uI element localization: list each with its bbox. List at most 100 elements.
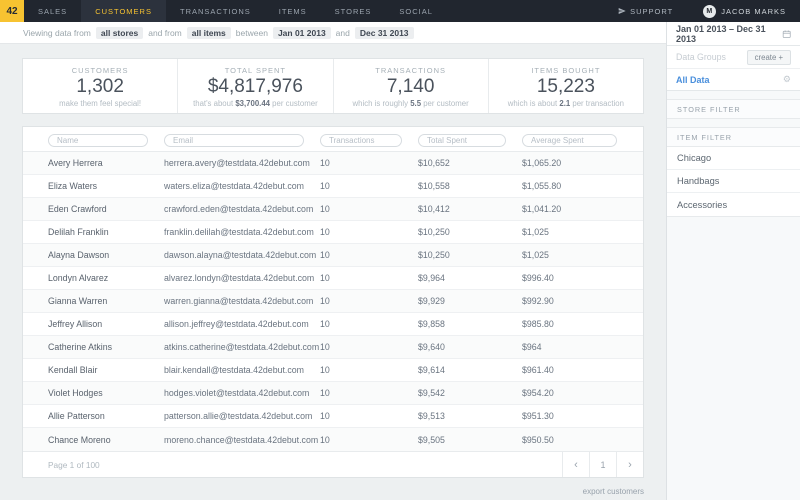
user-name: JACOB MARKS	[721, 6, 786, 16]
nav-tab-label: SOCIAL	[399, 6, 433, 16]
cell-total-spent: $9,858	[418, 319, 445, 329]
column-filter	[522, 130, 633, 148]
cell-total-spent: $9,640	[418, 342, 445, 352]
nav-tab[interactable]: SALES	[24, 0, 81, 22]
nav-tab-label: TRANSACTIONS	[179, 6, 251, 16]
viewing-filter-bar: Viewing data from all stores and from al…	[0, 22, 666, 44]
cell-transactions: 10	[320, 227, 330, 237]
table-row[interactable]: Allie Patterson patterson.allie@testdata…	[23, 405, 643, 428]
column-filter-input[interactable]	[164, 134, 304, 147]
column-filter	[418, 130, 522, 148]
nav-tab[interactable]: TRANSACTIONS	[166, 0, 265, 22]
cell-average-spent: $1,041.20	[522, 204, 562, 214]
filter-item[interactable]: Chicago	[667, 147, 800, 170]
prev-page-button[interactable]: ‹	[562, 452, 589, 477]
table-row[interactable]: Delilah Franklin franklin.delilah@testda…	[23, 221, 643, 244]
cell-transactions: 10	[320, 250, 330, 260]
support-label: SUPPORT	[630, 6, 674, 16]
calendar-icon	[782, 29, 791, 38]
next-page-button[interactable]: ›	[616, 452, 643, 477]
data-groups-header: Data Groups create +	[667, 46, 800, 69]
sidebar-divider	[667, 119, 800, 127]
nav-right: SUPPORT M JACOB MARKS	[602, 0, 800, 22]
stat-card: CUSTOMERS 1,302 make them feel special!	[23, 59, 177, 113]
cell-average-spent: $1,065.20	[522, 158, 562, 168]
data-group-item[interactable]: All Data ⚙	[667, 69, 800, 91]
stat-label: TOTAL SPENT	[224, 66, 287, 75]
cell-transactions: 10	[320, 181, 330, 191]
column-filter	[164, 130, 320, 148]
end-date-chip[interactable]: Dec 31 2013	[354, 26, 414, 39]
table-filter-row	[23, 127, 643, 152]
cell-transactions: 10	[320, 365, 330, 375]
start-date-chip[interactable]: Jan 01 2013	[272, 26, 331, 39]
cell-transactions: 10	[320, 388, 330, 398]
item-filter-section[interactable]: ITEM FILTER	[667, 127, 800, 147]
stat-note-text: per transaction	[570, 99, 624, 108]
pagination: ‹ ›	[562, 452, 643, 477]
cell-total-spent: $10,412	[418, 204, 450, 214]
filter-item[interactable]: Accessories	[667, 193, 800, 216]
stat-value: $4,817,976	[207, 76, 303, 97]
nav-tab-label: SALES	[38, 6, 68, 16]
nav-tab-label: CUSTOMERS	[95, 6, 152, 16]
cell-average-spent: $964	[522, 342, 542, 352]
nav-tab[interactable]: ITEMS	[265, 0, 321, 22]
table-row[interactable]: Alayna Dawson dawson.alayna@testdata.42d…	[23, 244, 643, 267]
column-filter-input[interactable]	[320, 134, 402, 147]
table-row[interactable]: Londyn Alvarez alvarez.londyn@testdata.4…	[23, 267, 643, 290]
gear-icon[interactable]: ⚙	[783, 75, 791, 84]
cell-name: Kendall Blair	[48, 365, 98, 375]
table-row[interactable]: Kendall Blair blair.kendall@testdata.42d…	[23, 359, 643, 382]
filter-item[interactable]: Handbags	[667, 170, 800, 193]
cell-total-spent: $9,964	[418, 273, 445, 283]
table-row[interactable]: Catherine Atkins atkins.catherine@testda…	[23, 336, 643, 359]
cell-total-spent: $9,505	[418, 434, 445, 445]
cell-email: hodges.violet@testdata.42debut.com	[164, 388, 310, 398]
column-filter-input[interactable]	[522, 134, 617, 147]
cell-name: Londyn Alvarez	[48, 273, 109, 283]
nav-tab[interactable]: CUSTOMERS	[81, 0, 166, 22]
table-row[interactable]: Violet Hodges hodges.violet@testdata.42d…	[23, 382, 643, 405]
cell-average-spent: $951.30	[522, 411, 554, 421]
table-row[interactable]: Chance Moreno moreno.chance@testdata.42d…	[23, 428, 643, 451]
stat-card: TOTAL SPENT $4,817,976 that's about $3,7…	[177, 59, 332, 113]
store-filter-section[interactable]: STORE FILTER	[667, 99, 800, 119]
nav-tab[interactable]: STORES	[321, 0, 386, 22]
stat-label: TRANSACTIONS	[375, 66, 446, 75]
filter-text: Viewing data from	[23, 27, 91, 38]
stat-note-text: that's about	[193, 99, 236, 108]
table-row[interactable]: Eden Crawford crawford.eden@testdata.42d…	[23, 198, 643, 221]
brand-logo[interactable]: 42	[0, 0, 24, 22]
cell-email: alvarez.londyn@testdata.42debut.com	[164, 273, 315, 283]
stat-value: 15,223	[536, 76, 595, 97]
stores-filter-chip[interactable]: all stores	[95, 26, 144, 39]
column-filter-input[interactable]	[418, 134, 506, 147]
create-group-button[interactable]: create +	[746, 49, 791, 65]
customers-table: Avery Herrera herrera.avery@testdata.42d…	[22, 126, 644, 478]
date-range-picker[interactable]: Jan 01 2013 – Dec 31 2013	[667, 22, 800, 46]
table-row[interactable]: Jeffrey Allison allison.jeffrey@testdata…	[23, 313, 643, 336]
table-row[interactable]: Avery Herrera herrera.avery@testdata.42d…	[23, 152, 643, 175]
support-button[interactable]: SUPPORT	[602, 0, 689, 22]
cell-transactions: 10	[320, 273, 330, 283]
stat-label: CUSTOMERS	[71, 66, 129, 75]
nav-tab[interactable]: SOCIAL	[385, 0, 447, 22]
cell-name: Catherine Atkins	[48, 342, 113, 352]
table-row[interactable]: Gianna Warren warren.gianna@testdata.42d…	[23, 290, 643, 313]
cell-average-spent: $961.40	[522, 365, 554, 375]
stat-value: 1,302	[76, 76, 124, 97]
table-row[interactable]: Eliza Waters waters.eliza@testdata.42deb…	[23, 175, 643, 198]
data-groups-label: Data Groups	[676, 52, 726, 62]
stat-card: TRANSACTIONS 7,140 which is roughly 5.5 …	[332, 59, 488, 113]
export-customers-link[interactable]: export customers	[583, 487, 644, 496]
user-menu[interactable]: M JACOB MARKS	[689, 0, 800, 22]
nav-tabs: SALES CUSTOMERS TRANSACTIONS ITEMS STORE…	[24, 0, 447, 22]
cell-average-spent: $950.50	[522, 434, 554, 445]
cell-total-spent: $10,558	[418, 181, 450, 191]
cell-email: allison.jeffrey@testdata.42debut.com	[164, 319, 309, 329]
page-number-input[interactable]	[589, 452, 616, 477]
table-footer: Page 1 of 100 ‹ ›	[23, 451, 643, 477]
column-filter-input[interactable]	[48, 134, 148, 147]
items-filter-chip[interactable]: all items	[186, 26, 231, 39]
